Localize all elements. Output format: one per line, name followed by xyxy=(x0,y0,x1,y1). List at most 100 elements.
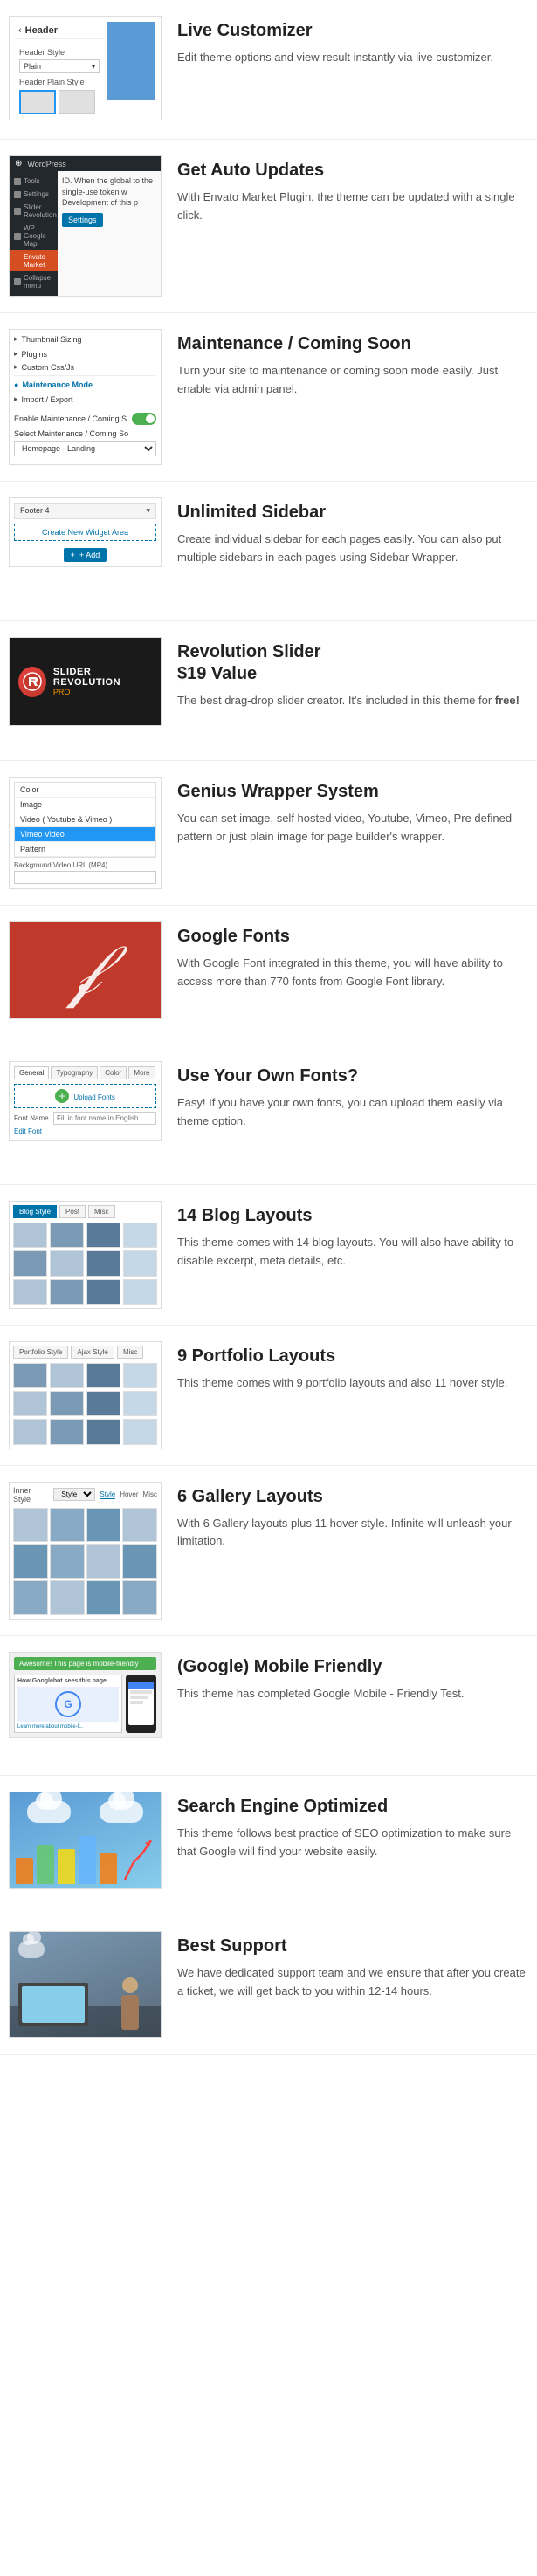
nav-settings[interactable]: Settings xyxy=(10,188,58,201)
nav-googlemaps[interactable]: WP Google Map xyxy=(10,222,58,250)
gal-thumb-7[interactable] xyxy=(86,1544,121,1579)
tab-color[interactable]: Color xyxy=(100,1066,127,1079)
mobile-phone xyxy=(126,1675,156,1733)
mobile-browser-view: How Googlebot sees this page G Learn mor… xyxy=(14,1675,122,1733)
port-thumb-6[interactable] xyxy=(50,1391,84,1416)
blog-tab-blogstyle[interactable]: Blog Style xyxy=(13,1205,57,1218)
mobile-bar: Awesome! This page is mobile-friendly xyxy=(14,1657,156,1670)
blog-thumb-4[interactable] xyxy=(123,1223,157,1248)
seo-bar-4 xyxy=(79,1836,96,1884)
port-thumb-2[interactable] xyxy=(50,1363,84,1388)
feature-screenshot-portfolio: Portfolio Style Ajax Style Misc xyxy=(9,1341,162,1449)
port-thumb-9[interactable] xyxy=(13,1419,47,1444)
feature-desc-gallery: With 6 Gallery layouts plus 11 hover sty… xyxy=(177,1515,528,1552)
feature-auto-updates: ⊕ WordPress Tools Settings xyxy=(0,140,537,313)
header-thumb-1[interactable] xyxy=(19,90,56,114)
feature-right-portfolio: 9 Portfolio Layouts This theme comes wit… xyxy=(177,1341,528,1393)
custom-fonts-tabs: General Typography Color More xyxy=(14,1066,156,1079)
create-widget-btn[interactable]: Create New Widget Area xyxy=(14,524,156,541)
seo-arrow-visual xyxy=(120,1836,155,1884)
feature-portfolio: Portfolio Style Ajax Style Misc xyxy=(0,1326,537,1466)
header-blue-rect xyxy=(107,22,155,100)
tab-more[interactable]: More xyxy=(128,1066,155,1079)
port-thumb-4[interactable] xyxy=(123,1363,157,1388)
portfolio-tab-1[interactable]: Portfolio Style xyxy=(13,1346,68,1359)
wrapper-bg-label: Background Video URL (MP4) xyxy=(14,861,156,869)
gal-thumb-8[interactable] xyxy=(122,1544,157,1579)
tools-icon xyxy=(14,178,21,185)
gal-thumb-1[interactable] xyxy=(13,1508,48,1543)
blog-thumb-6[interactable] xyxy=(50,1250,84,1276)
wrapper-color[interactable]: Color xyxy=(15,783,155,798)
gal-thumb-5[interactable] xyxy=(13,1544,48,1579)
portfolio-tab-2[interactable]: Ajax Style xyxy=(71,1346,114,1359)
gallery-tab-2[interactable]: Hover xyxy=(120,1490,138,1498)
gal-thumb-9[interactable] xyxy=(13,1580,48,1615)
blog-thumb-3[interactable] xyxy=(86,1223,120,1248)
feature-title-gallery: 6 Gallery Layouts xyxy=(177,1486,528,1508)
learn-label: Learn more about mobile-f... xyxy=(17,1724,119,1730)
port-thumb-12[interactable] xyxy=(123,1419,157,1444)
upload-fonts-area[interactable]: + Upload Fonts xyxy=(14,1084,156,1108)
header-thumb-2[interactable] xyxy=(59,90,95,114)
gal-thumb-3[interactable] xyxy=(86,1508,121,1543)
maintenance-toggle[interactable] xyxy=(132,413,156,425)
wrapper-image[interactable]: Image xyxy=(15,798,155,812)
maintenance-select[interactable]: Homepage - Landing xyxy=(14,441,156,456)
blog-thumb-1[interactable] xyxy=(13,1223,47,1248)
header-select[interactable]: Plain ▾ xyxy=(19,59,100,73)
port-thumb-1[interactable] xyxy=(13,1363,47,1388)
seo-bar-2 xyxy=(37,1845,54,1884)
blog-thumb-7[interactable] xyxy=(86,1250,120,1276)
nav-tools[interactable]: Tools xyxy=(10,175,58,188)
gal-thumb-4[interactable] xyxy=(122,1508,157,1543)
settings-button[interactable]: Settings xyxy=(62,213,103,227)
tab-typography[interactable]: Typography xyxy=(51,1066,98,1079)
gallery-style-select[interactable]: Style xyxy=(53,1488,95,1501)
add-icon: + xyxy=(71,551,75,559)
gal-thumb-6[interactable] xyxy=(50,1544,85,1579)
port-thumb-5[interactable] xyxy=(13,1391,47,1416)
feature-title-seo: Search Engine Optimized xyxy=(177,1796,528,1818)
blog-thumb-5[interactable] xyxy=(13,1250,47,1276)
blog-tab-misc[interactable]: Misc xyxy=(88,1205,114,1218)
blog-tab-post[interactable]: Post xyxy=(59,1205,86,1218)
upload-plus-icon: + xyxy=(55,1089,69,1103)
blog-thumb-9[interactable] xyxy=(13,1279,47,1305)
port-thumb-3[interactable] xyxy=(86,1363,120,1388)
blog-layout-grid xyxy=(13,1223,157,1305)
nav-collapse[interactable]: Collapse menu xyxy=(10,271,58,292)
port-thumb-7[interactable] xyxy=(86,1391,120,1416)
gal-thumb-12[interactable] xyxy=(122,1580,157,1615)
wrapper-pattern[interactable]: Pattern xyxy=(15,842,155,857)
blog-thumb-12[interactable] xyxy=(123,1279,157,1305)
feature-right-seo: Search Engine Optimized This theme follo… xyxy=(177,1792,528,1861)
blog-thumb-2[interactable] xyxy=(50,1223,84,1248)
portfolio-tab-3[interactable]: Misc xyxy=(117,1346,143,1359)
gal-thumb-11[interactable] xyxy=(86,1580,121,1615)
blog-thumb-10[interactable] xyxy=(50,1279,84,1305)
blog-thumb-8[interactable] xyxy=(123,1250,157,1276)
tab-general[interactable]: General xyxy=(14,1066,49,1079)
feature-wrapper: Color Image Video ( Youtube & Vimeo ) Vi… xyxy=(0,761,537,906)
port-thumb-10[interactable] xyxy=(50,1419,84,1444)
wrapper-video[interactable]: Video ( Youtube & Vimeo ) xyxy=(15,812,155,827)
port-thumb-11[interactable] xyxy=(86,1419,120,1444)
gal-thumb-2[interactable] xyxy=(50,1508,85,1543)
blog-thumb-11[interactable] xyxy=(86,1279,120,1305)
wrapper-bg-input[interactable] xyxy=(14,871,156,884)
add-widget-btn[interactable]: + + Add xyxy=(64,548,107,562)
nav-envato[interactable]: Envato Market xyxy=(10,250,58,271)
gal-thumb-10[interactable] xyxy=(50,1580,85,1615)
nav-slider-rev[interactable]: Slider Revolution xyxy=(10,201,58,222)
mobile-split-view: How Googlebot sees this page G Learn mor… xyxy=(14,1675,156,1733)
gallery-tab-3[interactable]: Misc xyxy=(143,1490,157,1498)
feature-desc-live-customizer: Edit theme options and view result insta… xyxy=(177,49,528,67)
gallery-tab-1[interactable]: Style xyxy=(100,1490,115,1499)
enable-label: Enable Maintenance / Coming S xyxy=(14,414,127,423)
port-thumb-8[interactable] xyxy=(123,1391,157,1416)
wrapper-vimeo[interactable]: Vimeo Video xyxy=(15,827,155,842)
feature-screenshot-seo xyxy=(9,1792,162,1889)
feature-screenshot-sidebar: Footer 4 ▾ Create New Widget Area + + Ad… xyxy=(9,497,162,567)
font-name-input[interactable] xyxy=(53,1112,156,1125)
